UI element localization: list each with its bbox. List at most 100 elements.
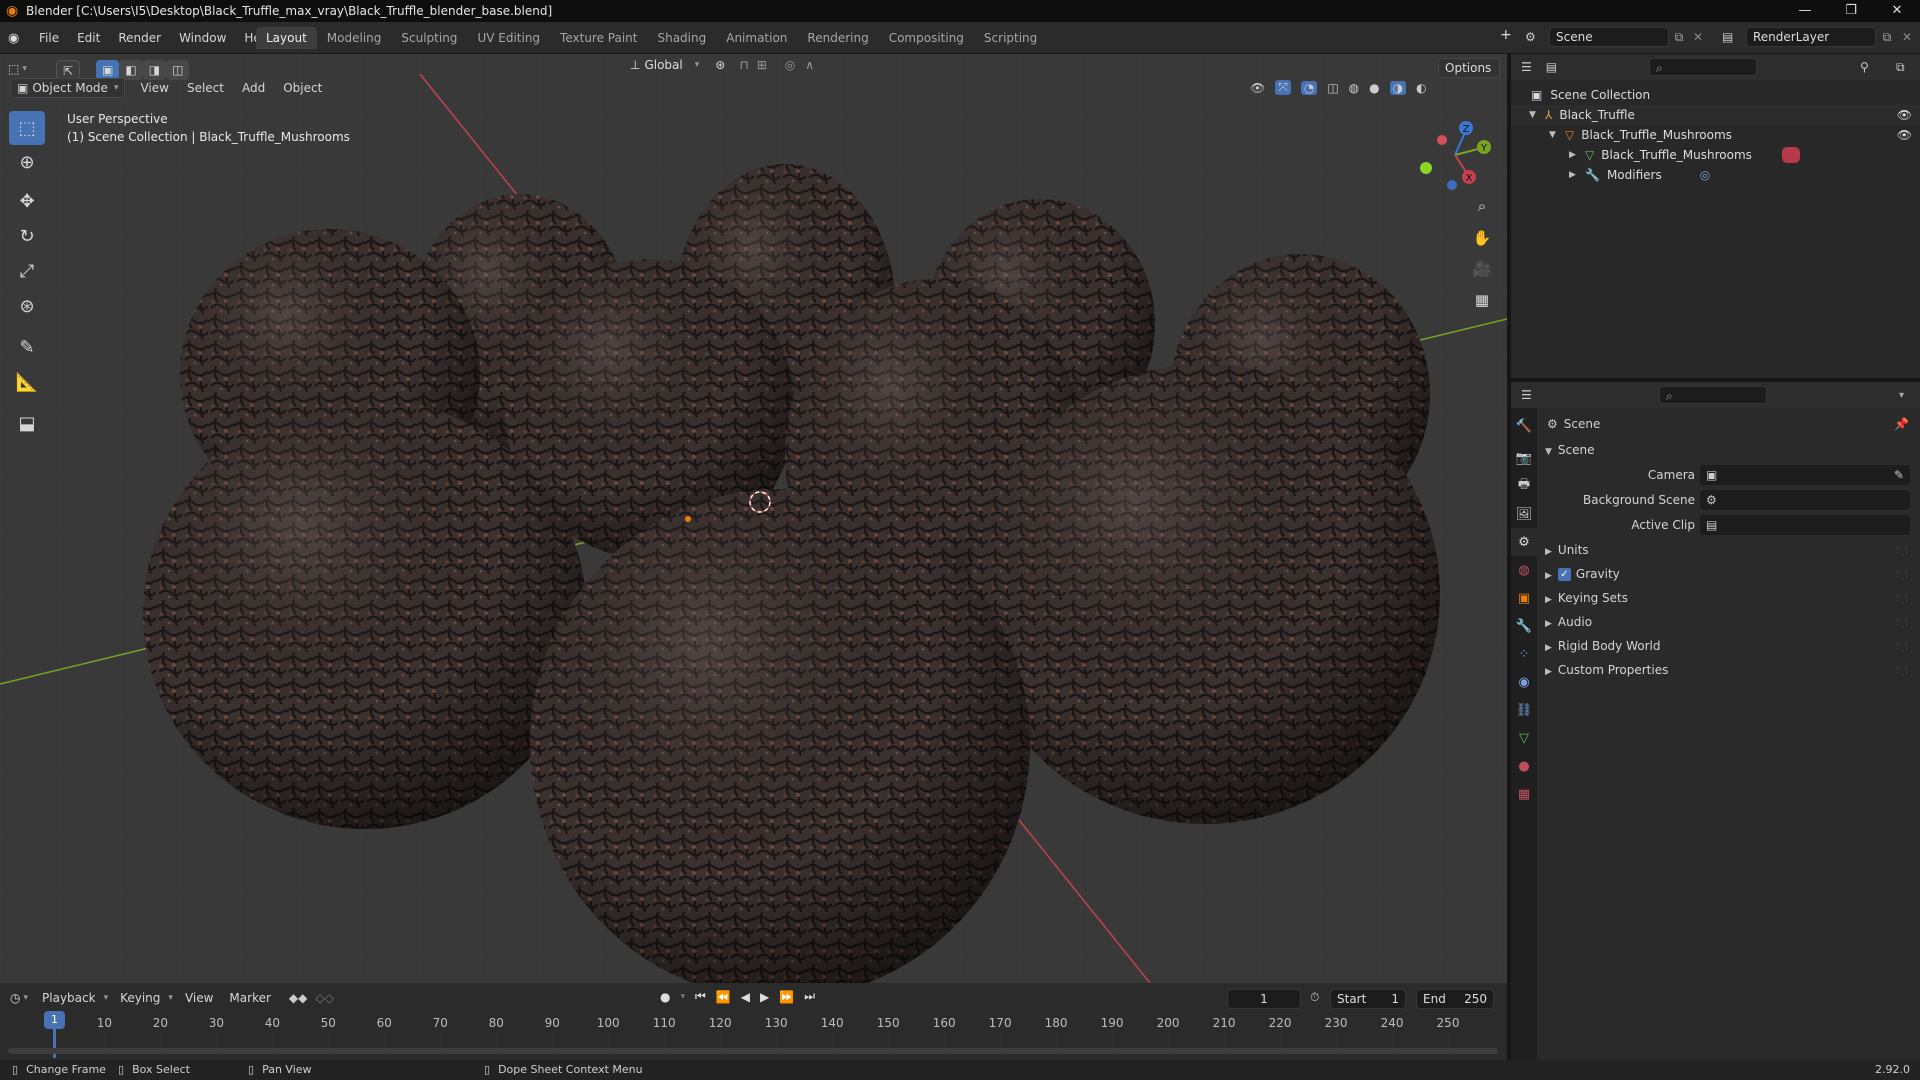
new-collection-icon[interactable]: ⧉	[1896, 60, 1905, 75]
outliner-row-black-truffle[interactable]: ▼ ⅄ Black_Truffle 👁	[1511, 105, 1920, 125]
subpanel-gravity[interactable]: ▶ ✓ Gravity ⋮⋮	[1545, 563, 1915, 585]
properties-editor-icon[interactable]: ☰	[1521, 388, 1532, 402]
texture-tab-icon[interactable]: ▦	[1511, 780, 1537, 808]
outliner-row-mushrooms[interactable]: ▼ ▽ Black_Truffle_Mushrooms 👁	[1511, 125, 1920, 145]
menu-edit[interactable]: Edit	[68, 27, 109, 49]
view-layer-selector[interactable]: ▤ RenderLayer ⧉ ✕	[1722, 27, 1916, 47]
object-tab-icon[interactable]: ▣	[1511, 584, 1537, 612]
tab-animation[interactable]: Animation	[716, 27, 797, 49]
tab-uv-editing[interactable]: UV Editing	[467, 27, 550, 49]
outliner-row-modifiers[interactable]: ▶ 🔧 Modifiers ◎	[1511, 165, 1920, 185]
viewport-menu-view[interactable]: View	[131, 78, 177, 98]
select-intersect-icon[interactable]: ◫	[166, 60, 190, 80]
tab-shading[interactable]: Shading	[647, 27, 716, 49]
tab-rendering[interactable]: Rendering	[797, 27, 878, 49]
tool-tab-icon[interactable]: 🔨	[1511, 412, 1537, 440]
editor-type-selector[interactable]: ⬚ ▾	[8, 62, 27, 76]
chevron-down-icon[interactable]: ▾	[1899, 390, 1904, 401]
mode-selector[interactable]: ▣ Object Mode ▾	[10, 78, 126, 98]
add-cube-tool[interactable]: ⬓	[9, 406, 45, 440]
tab-scripting[interactable]: Scripting	[974, 27, 1047, 49]
scene-tab-icon[interactable]: ⚙	[1511, 528, 1537, 556]
drag-handle-icon[interactable]: ⋮⋮	[1893, 659, 1911, 681]
menu-render[interactable]: Render	[109, 27, 170, 49]
neg-z-axis-icon[interactable]	[1447, 180, 1457, 190]
output-tab-icon[interactable]: 🖶	[1511, 472, 1537, 500]
outliner-editor-icon[interactable]: ☰	[1521, 60, 1532, 74]
active-clip-field[interactable]: ▤	[1700, 515, 1910, 535]
properties-search-input[interactable]: ⌕	[1659, 386, 1767, 404]
filter-icon[interactable]: ⚲	[1860, 60, 1869, 74]
move-tool[interactable]: ✥	[9, 184, 45, 218]
falloff-icon[interactable]: ∧	[805, 58, 814, 72]
pivot-icon[interactable]: ⊛	[715, 58, 725, 72]
close-icon[interactable]: ✕	[1874, 0, 1920, 22]
zoom-icon[interactable]: ⌕	[1468, 192, 1496, 220]
camera-view-icon[interactable]: 🎥	[1468, 255, 1496, 283]
snap-target-icon[interactable]: ⊞	[757, 58, 767, 72]
tab-modeling[interactable]: Modeling	[317, 27, 392, 49]
camera-field[interactable]: ▣ ✎	[1700, 465, 1910, 485]
measure-tool[interactable]: 📐	[9, 365, 45, 399]
viewport-menu-add[interactable]: Add	[233, 78, 274, 98]
outliner-row-mesh-data[interactable]: ▶ ▽ Black_Truffle_Mushrooms	[1511, 145, 1920, 165]
proportional-edit-icon[interactable]: ◎	[785, 58, 795, 72]
subpanel-custom-properties[interactable]: ▶ Custom Properties ⋮⋮	[1545, 659, 1915, 681]
subpanel-units[interactable]: ▶ Units ⋮⋮	[1545, 539, 1915, 561]
transform-tool[interactable]: ⊛	[9, 289, 45, 323]
subpanel-rigid-body-world[interactable]: ▶ Rigid Body World ⋮⋮	[1545, 635, 1915, 657]
world-tab-icon[interactable]: ◍	[1511, 556, 1537, 584]
3d-viewport[interactable]: ⬚ ▾ ⇱ ▣ ◧ ◨ ◫ ⊥ Global ▾ ⊛ ⊓ ⊞ ◎ ∧ Option…	[0, 54, 1507, 983]
select-subtract-icon[interactable]: ◨	[142, 60, 167, 80]
chevron-down-icon[interactable]: ▼	[1529, 105, 1545, 125]
render-tab-icon[interactable]: 📷	[1511, 444, 1537, 472]
drag-handle-icon[interactable]: ⋮⋮	[1893, 563, 1911, 585]
drag-handle-icon[interactable]: ⋮⋮	[1893, 611, 1911, 633]
wireframe-shading-icon[interactable]: ◍	[1349, 81, 1359, 95]
gizmo-toggle-icon[interactable]: ⤧	[1275, 80, 1291, 95]
neg-x-axis-icon[interactable]	[1437, 135, 1447, 145]
tab-sculpting[interactable]: Sculpting	[391, 27, 467, 49]
viewport-canvas[interactable]	[0, 54, 1507, 983]
subpanel-audio[interactable]: ▶ Audio ⋮⋮	[1545, 611, 1915, 633]
add-workspace-icon[interactable]: +	[1500, 27, 1512, 43]
drag-handle-icon[interactable]: ⋮⋮	[1893, 539, 1911, 561]
gravity-checkbox[interactable]: ✓	[1557, 568, 1571, 581]
rotate-tool[interactable]: ↻	[9, 219, 45, 253]
navigation-gizmo[interactable]: Z Y X	[1410, 110, 1500, 200]
remove-view-layer-icon[interactable]: ✕	[1898, 30, 1916, 44]
material-preview-icon[interactable]: ◑	[1389, 80, 1407, 95]
subpanel-keying-sets[interactable]: ▶ Keying Sets ⋮⋮	[1545, 587, 1915, 609]
modifier-subdivision-icon[interactable]: ◎	[1700, 165, 1710, 185]
visibility-icon[interactable]: 👁	[1250, 81, 1265, 95]
chevron-right-icon[interactable]: ▶	[1569, 145, 1585, 165]
remove-scene-icon[interactable]: ✕	[1689, 30, 1707, 44]
neg-y-axis-icon[interactable]	[1420, 162, 1432, 174]
xray-toggle-icon[interactable]: ◫	[1327, 81, 1338, 95]
timeline-scrollbar[interactable]	[8, 1048, 1498, 1054]
constraints-tab-icon[interactable]: ⛓	[1511, 696, 1537, 724]
solid-shading-icon[interactable]: ●	[1369, 81, 1379, 95]
menu-file[interactable]: File	[30, 27, 68, 49]
tab-layout[interactable]: Layout	[256, 27, 317, 49]
select-box-tool[interactable]: ⬚	[9, 111, 45, 145]
outliner-search-input[interactable]: ⌕	[1649, 58, 1757, 76]
chevron-down-icon[interactable]: ▼	[1549, 125, 1565, 145]
scene-panel-header[interactable]: ▼ Scene	[1545, 439, 1915, 461]
tab-texture-paint[interactable]: Texture Paint	[550, 27, 647, 49]
new-view-layer-icon[interactable]: ⧉	[1876, 30, 1898, 45]
options-dropdown[interactable]: Options	[1438, 58, 1500, 78]
scene-field[interactable]: Scene	[1549, 27, 1669, 47]
tweak-tool-icon[interactable]: ⇱	[56, 60, 81, 80]
restore-icon[interactable]: ❐	[1828, 0, 1874, 22]
outliner-root[interactable]: ▣ Scene Collection	[1511, 85, 1920, 105]
modifier-tab-icon[interactable]: 🔧	[1511, 612, 1537, 640]
cursor-tool[interactable]: ⊕	[9, 145, 45, 179]
scene-selector[interactable]: ⚙ Scene ⧉ ✕	[1525, 27, 1707, 47]
transform-orientation-selector[interactable]: ⊥ Global ▾ ⊛ ⊓ ⊞ ◎ ∧	[630, 58, 814, 72]
physics-tab-icon[interactable]: ◉	[1511, 668, 1537, 696]
blender-menu-icon[interactable]: ◉	[8, 31, 30, 46]
tab-compositing[interactable]: Compositing	[879, 27, 974, 49]
material-tab-icon[interactable]: ●	[1511, 752, 1537, 780]
select-extend-icon[interactable]: ◧	[119, 60, 143, 80]
